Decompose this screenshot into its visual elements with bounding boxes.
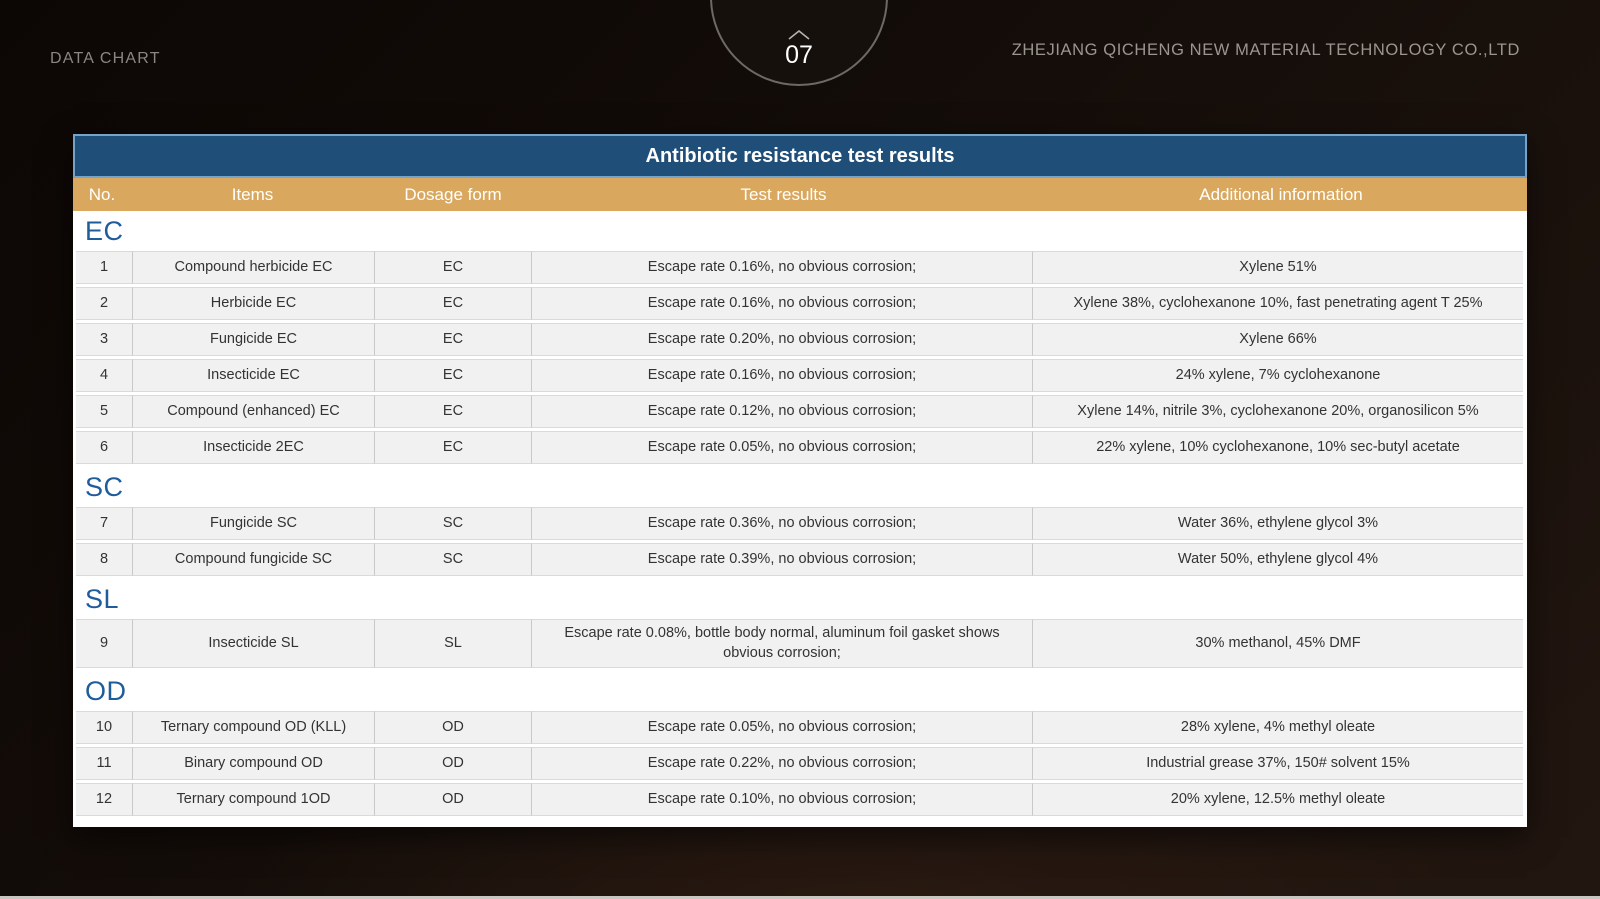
cell-test-result: Escape rate 0.36%, no obvious corrosion; — [532, 507, 1033, 540]
cell-dosage-form: SL — [375, 619, 532, 668]
section-label: EC — [76, 211, 1523, 251]
cell-dosage-form: EC — [375, 251, 532, 284]
section-label: SL — [76, 579, 1523, 619]
cell-no: 11 — [76, 747, 133, 780]
cell-test-result: Escape rate 0.08%, bottle body normal, a… — [532, 619, 1033, 668]
cell-test-result: Escape rate 0.05%, no obvious corrosion; — [532, 431, 1033, 464]
cell-no: 8 — [76, 543, 133, 576]
cell-no: 10 — [76, 711, 133, 744]
section-block: SC 7 Fungicide SC SC Escape rate 0.36%, … — [76, 467, 1523, 576]
cell-additional-info: 20% xylene, 12.5% methyl oleate — [1033, 783, 1523, 816]
cell-additional-info: Water 36%, ethylene glycol 3% — [1033, 507, 1523, 540]
cell-dosage-form: OD — [375, 783, 532, 816]
cell-dosage-form: OD — [375, 747, 532, 780]
table-sections: EC 1 Compound herbicide EC EC Escape rat… — [73, 211, 1527, 827]
cell-test-result: Escape rate 0.16%, no obvious corrosion; — [532, 359, 1033, 392]
cell-dosage-form: EC — [375, 395, 532, 428]
data-table: Antibiotic resistance test results No. I… — [73, 134, 1527, 827]
cell-test-result: Escape rate 0.22%, no obvious corrosion; — [532, 747, 1033, 780]
cell-dosage-form: SC — [375, 507, 532, 540]
cell-no: 4 — [76, 359, 133, 392]
cell-test-result: Escape rate 0.16%, no obvious corrosion; — [532, 287, 1033, 320]
table-column-headers: No. Items Dosage form Test results Addit… — [73, 178, 1527, 211]
cell-item: Insecticide EC — [133, 359, 375, 392]
table-row: 11 Binary compound OD OD Escape rate 0.2… — [76, 747, 1523, 780]
company-name: ZHEJIANG QICHENG NEW MATERIAL TECHNOLOGY… — [1012, 41, 1520, 60]
column-header-items: Items — [131, 178, 374, 211]
chevron-up-icon — [788, 30, 810, 40]
table-row: 2 Herbicide EC EC Escape rate 0.16%, no … — [76, 287, 1523, 320]
cell-test-result: Escape rate 0.20%, no obvious corrosion; — [532, 323, 1033, 356]
cell-additional-info: 22% xylene, 10% cyclohexanone, 10% sec-b… — [1033, 431, 1523, 464]
cell-item: Ternary compound OD (KLL) — [133, 711, 375, 744]
section-block: SL 9 Insecticide SL SL Escape rate 0.08%… — [76, 579, 1523, 668]
table-row: 7 Fungicide SC SC Escape rate 0.36%, no … — [76, 507, 1523, 540]
cell-test-result: Escape rate 0.39%, no obvious corrosion; — [532, 543, 1033, 576]
cell-item: Insecticide 2EC — [133, 431, 375, 464]
cell-item: Fungicide SC — [133, 507, 375, 540]
cell-additional-info: 24% xylene, 7% cyclohexanone — [1033, 359, 1523, 392]
cell-no: 2 — [76, 287, 133, 320]
cell-item: Herbicide EC — [133, 287, 375, 320]
column-header-results: Test results — [532, 178, 1035, 211]
cell-test-result: Escape rate 0.05%, no obvious corrosion; — [532, 711, 1033, 744]
cell-no: 3 — [76, 323, 133, 356]
cell-test-result: Escape rate 0.12%, no obvious corrosion; — [532, 395, 1033, 428]
cell-additional-info: Xylene 51% — [1033, 251, 1523, 284]
cell-item: Binary compound OD — [133, 747, 375, 780]
table-row: 10 Ternary compound OD (KLL) OD Escape r… — [76, 711, 1523, 744]
cell-dosage-form: EC — [375, 359, 532, 392]
cell-item: Fungicide EC — [133, 323, 375, 356]
cell-additional-info: Industrial grease 37%, 150# solvent 15% — [1033, 747, 1523, 780]
cell-additional-info: Water 50%, ethylene glycol 4% — [1033, 543, 1523, 576]
cell-item: Compound herbicide EC — [133, 251, 375, 284]
cell-no: 1 — [76, 251, 133, 284]
cell-dosage-form: OD — [375, 711, 532, 744]
cell-additional-info: 28% xylene, 4% methyl oleate — [1033, 711, 1523, 744]
cell-dosage-form: EC — [375, 431, 532, 464]
column-header-addinfo: Additional information — [1035, 178, 1527, 211]
table-row: 6 Insecticide 2EC EC Escape rate 0.05%, … — [76, 431, 1523, 464]
table-row: 5 Compound (enhanced) EC EC Escape rate … — [76, 395, 1523, 428]
cell-no: 9 — [76, 619, 133, 668]
cell-item: Insecticide SL — [133, 619, 375, 668]
column-header-dosage: Dosage form — [374, 178, 532, 211]
cell-test-result: Escape rate 0.10%, no obvious corrosion; — [532, 783, 1033, 816]
column-header-no: No. — [73, 178, 131, 211]
section-label: SC — [76, 467, 1523, 507]
cell-item: Compound fungicide SC — [133, 543, 375, 576]
table-row: 1 Compound herbicide EC EC Escape rate 0… — [76, 251, 1523, 284]
section-label: OD — [76, 671, 1523, 711]
table-row: 8 Compound fungicide SC SC Escape rate 0… — [76, 543, 1523, 576]
cell-item: Compound (enhanced) EC — [133, 395, 375, 428]
page-number: 07 — [785, 41, 813, 70]
table-row: 9 Insecticide SL SL Escape rate 0.08%, b… — [76, 619, 1523, 668]
table-title: Antibiotic resistance test results — [73, 134, 1527, 178]
cell-additional-info: Xylene 38%, cyclohexanone 10%, fast pene… — [1033, 287, 1523, 320]
cell-item: Ternary compound 1OD — [133, 783, 375, 816]
cell-no: 6 — [76, 431, 133, 464]
cell-dosage-form: SC — [375, 543, 532, 576]
table-row: 4 Insecticide EC EC Escape rate 0.16%, n… — [76, 359, 1523, 392]
cell-no: 7 — [76, 507, 133, 540]
page-number-badge: 07 — [710, 0, 888, 86]
slide-header-label: DATA CHART — [50, 50, 161, 68]
cell-dosage-form: EC — [375, 323, 532, 356]
cell-dosage-form: EC — [375, 287, 532, 320]
cell-additional-info: Xylene 66% — [1033, 323, 1523, 356]
cell-test-result: Escape rate 0.16%, no obvious corrosion; — [532, 251, 1033, 284]
cell-no: 12 — [76, 783, 133, 816]
section-block: EC 1 Compound herbicide EC EC Escape rat… — [76, 211, 1523, 464]
section-block: OD 10 Ternary compound OD (KLL) OD Escap… — [76, 671, 1523, 816]
table-row: 12 Ternary compound 1OD OD Escape rate 0… — [76, 783, 1523, 816]
table-row: 3 Fungicide EC EC Escape rate 0.20%, no … — [76, 323, 1523, 356]
cell-additional-info: Xylene 14%, nitrile 3%, cyclohexanone 20… — [1033, 395, 1523, 428]
cell-additional-info: 30% methanol, 45% DMF — [1033, 619, 1523, 668]
cell-no: 5 — [76, 395, 133, 428]
